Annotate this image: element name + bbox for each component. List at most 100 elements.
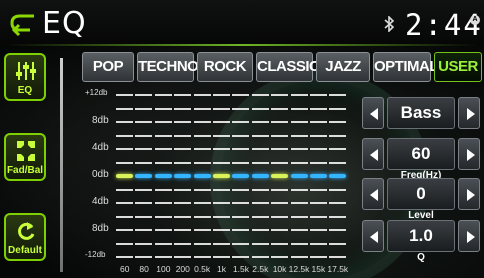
eq-tick bbox=[232, 161, 250, 164]
eq-tick bbox=[154, 148, 172, 150]
eq-band-knob[interactable] bbox=[329, 174, 347, 178]
eq-tick bbox=[213, 94, 230, 96]
eq-band-knob[interactable] bbox=[213, 174, 230, 178]
eq-tick bbox=[174, 148, 192, 150]
eq-band-slider[interactable] bbox=[310, 94, 327, 258]
eq-freq-label: 200 bbox=[175, 264, 190, 274]
eq-band-slider[interactable] bbox=[329, 94, 347, 258]
eq-tick bbox=[174, 242, 192, 245]
arrow-right-icon bbox=[467, 189, 475, 201]
eq-tick bbox=[193, 107, 211, 110]
eq-band-slider[interactable] bbox=[271, 94, 289, 258]
eq-band-slider[interactable] bbox=[193, 94, 211, 258]
eq-tick bbox=[251, 188, 269, 191]
eq-tick bbox=[135, 107, 153, 110]
eq-tick bbox=[271, 229, 289, 231]
eq-band-slider[interactable] bbox=[116, 94, 133, 258]
eq-band-knob[interactable] bbox=[271, 174, 289, 178]
freq-next-button[interactable] bbox=[458, 138, 480, 170]
eq-tick bbox=[251, 202, 269, 204]
arrow-left-icon bbox=[370, 149, 378, 161]
eq-band-slider[interactable] bbox=[232, 94, 250, 258]
eq-band-knob[interactable] bbox=[290, 174, 308, 178]
band-next-button[interactable] bbox=[458, 97, 480, 129]
eq-tick bbox=[174, 94, 192, 96]
arrow-right-icon bbox=[467, 149, 475, 161]
sliders-icon bbox=[16, 62, 36, 80]
preset-optimal[interactable]: OPTIMAL bbox=[373, 52, 439, 82]
eq-tick bbox=[154, 107, 172, 110]
db-label: 8db bbox=[92, 115, 109, 126]
preset-rock[interactable]: ROCK bbox=[197, 52, 253, 82]
eq-tick bbox=[213, 202, 230, 204]
eq-tick bbox=[290, 188, 308, 191]
eq-tick bbox=[135, 94, 153, 96]
eq-band-slider[interactable] bbox=[154, 94, 172, 258]
eq-freq-label: 10k bbox=[272, 264, 287, 274]
db-label: -12db bbox=[85, 250, 106, 259]
eq-band-slider[interactable] bbox=[251, 94, 269, 258]
eq-tick bbox=[116, 215, 133, 218]
eq-tick bbox=[310, 202, 327, 204]
preset-techno[interactable]: TECHNO bbox=[137, 52, 199, 82]
fad-bal-button[interactable]: Fad/Bal bbox=[4, 133, 46, 181]
bluetooth-icon bbox=[384, 16, 395, 32]
eq-freq-label: 100 bbox=[156, 264, 171, 274]
screen-background: EQ 2:44 A EQ Fad/Bal Default POP TECHNO … bbox=[0, 0, 484, 278]
fad-bal-button-label: Fad/Bal bbox=[6, 165, 44, 176]
eq-band-knob[interactable] bbox=[174, 174, 192, 178]
eq-tick bbox=[193, 202, 211, 204]
eq-button[interactable]: EQ bbox=[4, 53, 46, 101]
eq-tick bbox=[193, 256, 211, 258]
eq-tick bbox=[290, 148, 308, 150]
freq-prev-button[interactable] bbox=[362, 138, 384, 170]
eq-tick bbox=[154, 202, 172, 204]
eq-tick bbox=[116, 148, 133, 150]
eq-tick bbox=[213, 188, 230, 191]
eq-band-knob[interactable] bbox=[310, 174, 327, 178]
arrow-left-icon bbox=[370, 231, 378, 243]
eq-tick bbox=[174, 188, 192, 191]
arrow-left-icon bbox=[370, 189, 378, 201]
level-next-button[interactable] bbox=[458, 178, 480, 210]
eq-band-knob[interactable] bbox=[232, 174, 250, 178]
eq-tick bbox=[213, 215, 230, 218]
page-title: EQ bbox=[42, 6, 87, 41]
eq-tick bbox=[290, 242, 308, 245]
eq-tick bbox=[290, 229, 308, 231]
eq-tick bbox=[310, 229, 327, 231]
eq-band-knob[interactable] bbox=[154, 174, 172, 178]
preset-jazz[interactable]: JAZZ bbox=[316, 52, 370, 82]
back-arrow-icon[interactable] bbox=[8, 10, 38, 36]
band-prev-button[interactable] bbox=[362, 97, 384, 129]
eq-freq-label: 1k bbox=[217, 264, 226, 274]
eq-tick bbox=[310, 94, 327, 96]
eq-tick bbox=[174, 202, 192, 204]
eq-tick bbox=[271, 202, 289, 204]
eq-tick bbox=[329, 242, 347, 245]
eq-band-slider[interactable] bbox=[290, 94, 308, 258]
eq-band-slider[interactable] bbox=[174, 94, 192, 258]
preset-user[interactable]: USER bbox=[434, 52, 482, 82]
eq-band-knob[interactable] bbox=[135, 174, 153, 178]
q-next-button[interactable] bbox=[458, 220, 480, 252]
eq-band-slider[interactable] bbox=[213, 94, 230, 258]
eq-tick bbox=[135, 242, 153, 245]
side-menu: EQ Fad/Bal Default bbox=[4, 53, 46, 275]
eq-tick bbox=[154, 121, 172, 123]
eq-tick bbox=[290, 161, 308, 164]
preset-pop[interactable]: POP bbox=[82, 52, 134, 82]
eq-tick bbox=[116, 242, 133, 245]
eq-tick bbox=[232, 188, 250, 191]
eq-band-knob[interactable] bbox=[251, 174, 269, 178]
default-button[interactable]: Default bbox=[4, 213, 46, 261]
eq-band-knob[interactable] bbox=[116, 174, 133, 178]
eq-band-slider[interactable] bbox=[135, 94, 153, 258]
eq-band-knob[interactable] bbox=[193, 174, 211, 178]
level-prev-button[interactable] bbox=[362, 178, 384, 210]
q-prev-button[interactable] bbox=[362, 220, 384, 252]
eq-tick bbox=[329, 107, 347, 110]
arrow-right-icon bbox=[467, 231, 475, 243]
eq-tick bbox=[232, 107, 250, 110]
preset-classic[interactable]: CLASSIC bbox=[256, 52, 320, 82]
